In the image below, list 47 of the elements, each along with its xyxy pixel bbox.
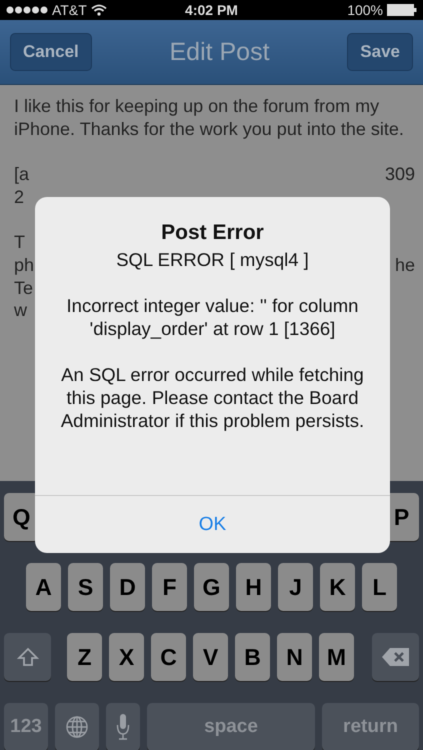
shift-key[interactable] <box>4 633 51 681</box>
delete-icon <box>380 647 410 667</box>
post-text: 309 <box>384 163 415 186</box>
letter-key[interactable]: Z <box>67 633 102 681</box>
post-text: T <box>14 231 25 254</box>
post-text: ph <box>14 254 34 277</box>
signal-icon <box>6 6 48 14</box>
letter-key[interactable]: B <box>235 633 270 681</box>
letter-key[interactable]: H <box>236 563 271 611</box>
post-text: he <box>394 254 415 277</box>
letter-key[interactable]: M <box>319 633 354 681</box>
letter-key[interactable]: F <box>152 563 187 611</box>
save-button[interactable]: Save <box>347 33 413 71</box>
wifi-icon <box>90 4 107 16</box>
post-text: [a <box>14 163 30 186</box>
letter-key[interactable]: A <box>26 563 61 611</box>
post-text: Te <box>14 276 34 300</box>
globe-icon <box>65 715 89 739</box>
alert-message: Incorrect integer value: '' for column 'display_order' at row 1 [1366] <box>66 294 360 340</box>
letter-key[interactable]: G <box>194 563 229 611</box>
letter-key[interactable]: J <box>278 563 313 611</box>
delete-key[interactable] <box>372 633 419 681</box>
battery-icon <box>387 4 418 16</box>
post-text: I like this for keeping up on the forum from my iPhone. Thanks for the work you put into the site. <box>14 95 405 140</box>
letter-key[interactable]: V <box>193 633 228 681</box>
post-text: 2 <box>14 186 24 208</box>
shift-arrow-icon <box>16 647 38 667</box>
alert-message: An SQL error occurred while fetching this page. Please contact the Board Administrator if this problem persists. <box>60 363 366 432</box>
status-time: 4:02 PM <box>185 2 238 18</box>
microphone-key[interactable] <box>106 703 140 750</box>
ok-button[interactable]: OK <box>35 495 390 553</box>
letter-key[interactable]: N <box>277 633 312 681</box>
alert-title: Post Error <box>160 221 265 244</box>
letter-key[interactable]: K <box>320 563 355 611</box>
carrier-name: AT&T <box>52 2 87 18</box>
post-text: w <box>14 299 27 322</box>
letter-key[interactable]: L <box>362 563 397 611</box>
battery-percent: 100% <box>347 2 384 18</box>
letter-key[interactable]: S <box>68 563 103 611</box>
page-title: Edit Post <box>169 38 270 66</box>
letter-key[interactable]: C <box>151 633 186 681</box>
letter-key[interactable]: D <box>110 563 145 611</box>
cancel-button[interactable]: Cancel <box>10 33 92 71</box>
alert-message: SQL ERROR [ mysql4 ] <box>115 248 310 271</box>
letter-key[interactable]: X <box>109 633 144 681</box>
microphone-icon <box>116 713 130 741</box>
globe-key[interactable] <box>55 703 99 750</box>
